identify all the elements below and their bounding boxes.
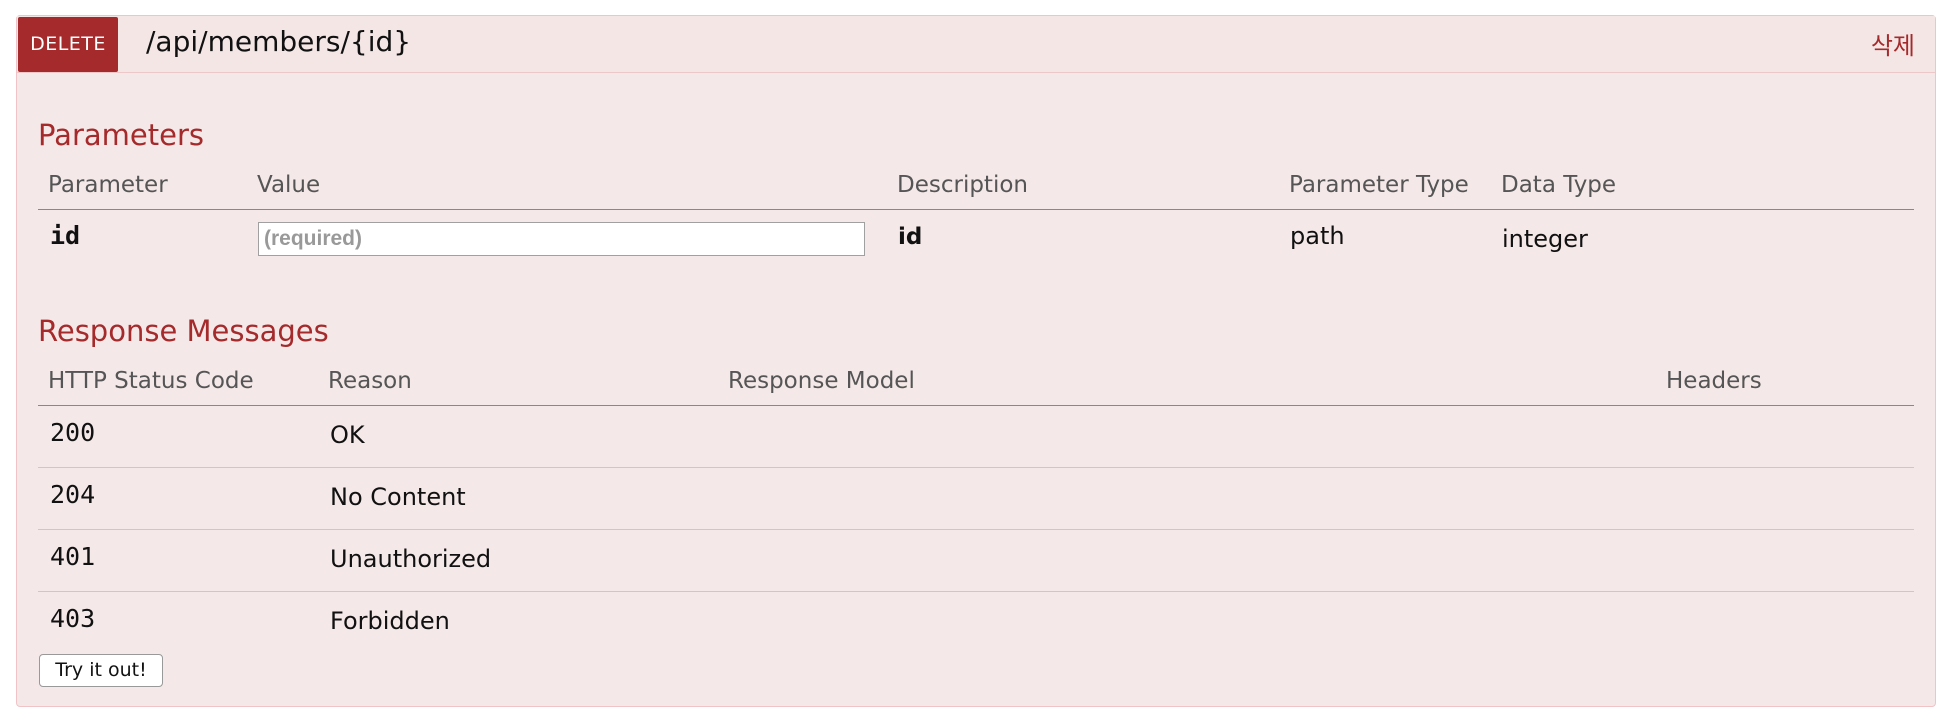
status-reason: Forbidden (330, 607, 450, 635)
param-name: id (50, 221, 81, 250)
response-header-response-model: Response Model (728, 368, 915, 394)
param-data-type: integer (1502, 225, 1588, 253)
responses-title: Response Messages (38, 314, 329, 348)
status-reason: OK (330, 421, 365, 449)
param-header-data-type: Data Type (1501, 172, 1617, 198)
parameters-title: Parameters (38, 118, 204, 152)
table-row-divider (38, 591, 1914, 592)
status-code: 401 (50, 542, 96, 571)
status-code: 200 (50, 418, 96, 447)
endpoint-heading[interactable]: DELETE /api/members/{id} 삭제 (17, 16, 1935, 73)
endpoint-operation: DELETE /api/members/{id} 삭제 Parameters P… (16, 15, 1936, 707)
table-row-divider (38, 529, 1914, 530)
status-reason: Unauthorized (330, 545, 492, 573)
http-method-badge[interactable]: DELETE (18, 17, 118, 72)
param-description: id (898, 224, 923, 250)
table-row-divider (38, 467, 1914, 468)
status-reason: No Content (330, 483, 466, 511)
param-id-input[interactable] (258, 222, 865, 256)
param-header-description: Description (897, 172, 1028, 198)
param-header-parameter-type: Parameter Type (1289, 172, 1469, 198)
endpoint-path[interactable]: /api/members/{id} (146, 25, 411, 58)
response-header-divider (38, 405, 1914, 406)
status-code: 204 (50, 480, 96, 509)
param-parameter-type: path (1290, 222, 1345, 250)
param-header-divider (38, 209, 1914, 210)
param-header-value: Value (257, 172, 321, 198)
response-header-status-code: HTTP Status Code (48, 368, 254, 394)
endpoint-summary[interactable]: 삭제 (1871, 26, 1915, 61)
try-it-out-button[interactable]: Try it out! (39, 654, 163, 687)
response-header-headers: Headers (1666, 368, 1762, 394)
param-header-parameter: Parameter (48, 172, 168, 198)
response-header-reason: Reason (328, 368, 412, 394)
status-code: 403 (50, 604, 96, 633)
